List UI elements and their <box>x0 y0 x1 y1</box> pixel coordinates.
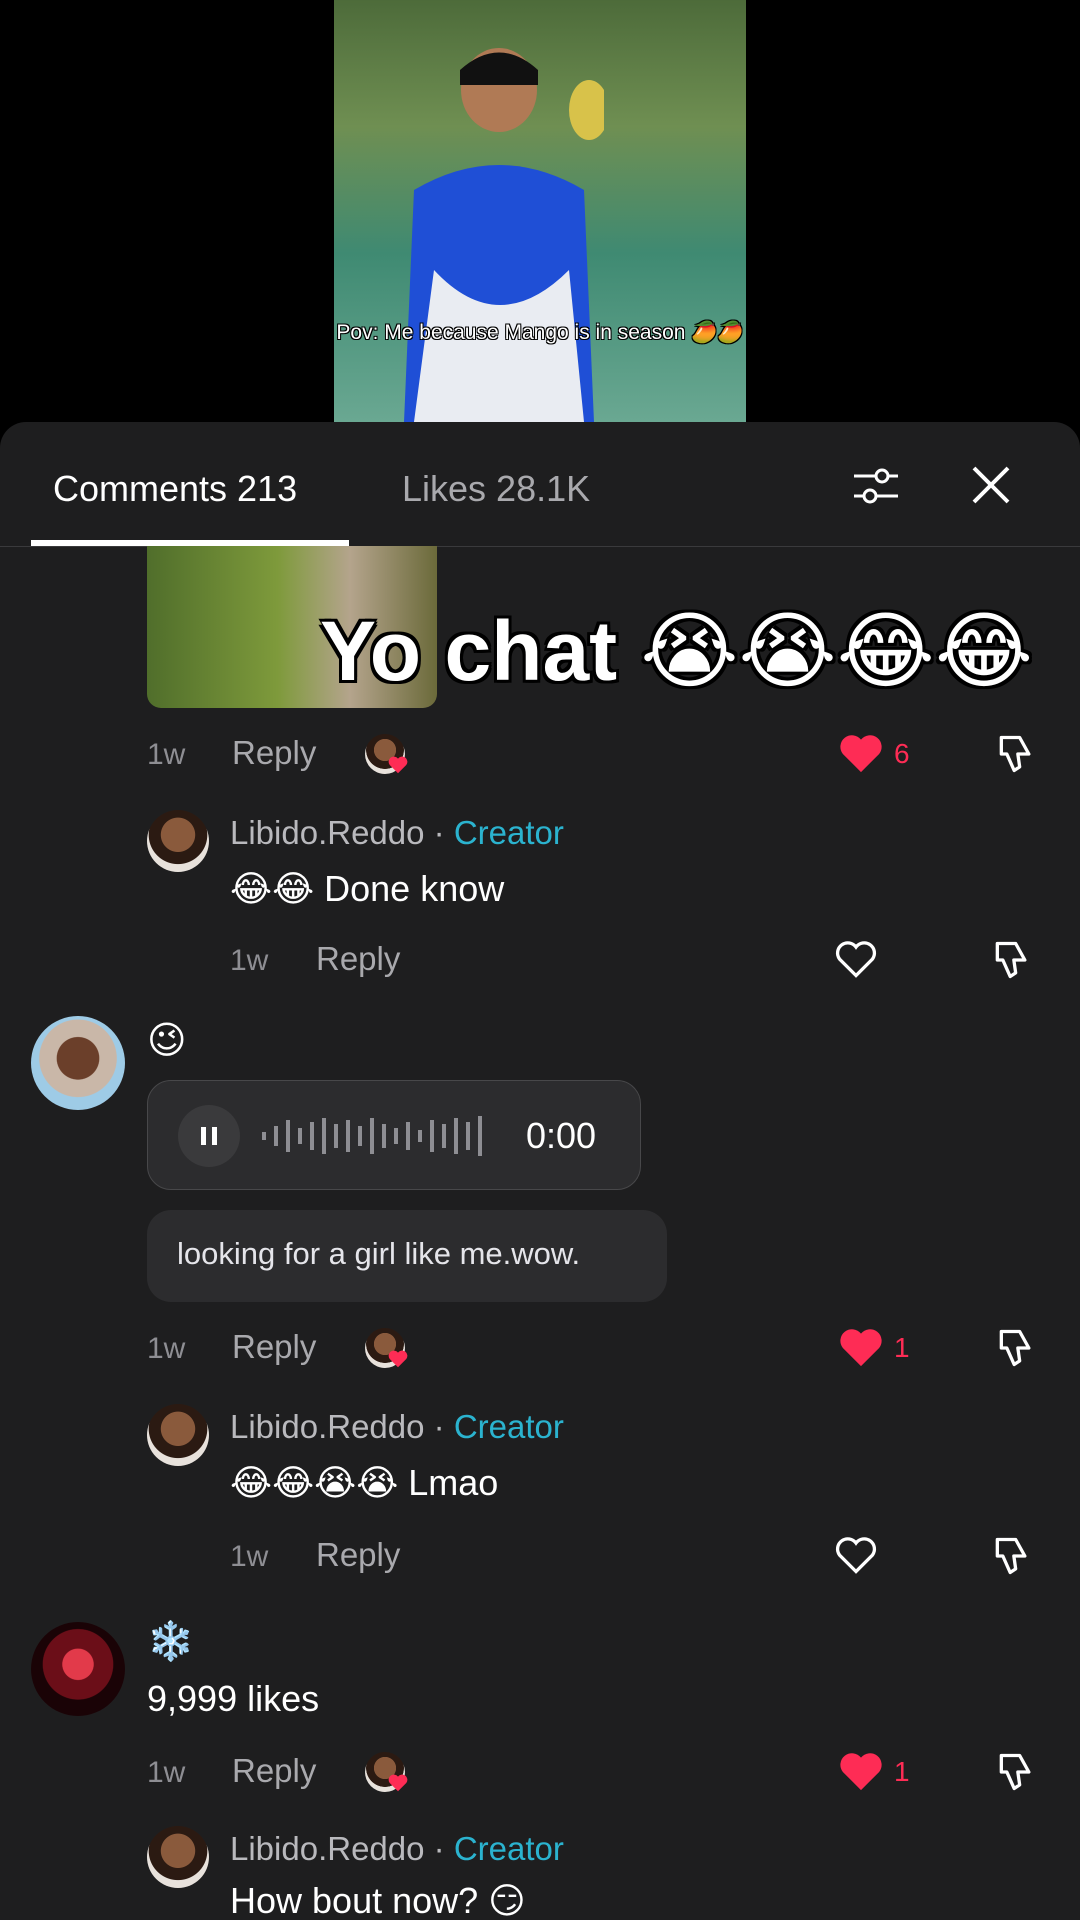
heart-outline-icon[interactable] <box>834 1534 878 1576</box>
pause-icon <box>201 1127 217 1145</box>
avatar[interactable] <box>31 1016 125 1110</box>
username[interactable]: Libido.Reddo <box>230 1408 425 1445</box>
heart-badge-icon <box>388 756 408 774</box>
audio-comment-player: 0:00 <box>147 1080 641 1190</box>
thumbs-down-icon[interactable] <box>994 732 1038 776</box>
thumbs-down-icon[interactable] <box>990 1534 1034 1578</box>
username[interactable]: Libido.Reddo <box>230 1830 425 1867</box>
thumbs-down-icon[interactable] <box>994 1750 1038 1794</box>
comment-emoji: ❄️ <box>147 1621 195 1663</box>
creator-badge: Creator <box>453 1830 564 1867</box>
reply-button[interactable]: Reply <box>232 1752 316 1790</box>
heart-badge-icon <box>388 1774 408 1792</box>
heart-icon[interactable] <box>838 732 884 774</box>
creator-liked-avatar <box>365 1328 408 1368</box>
comments-panel: Comments 213 Likes 28.1K Yo chat 😭😭😂😂 1w… <box>0 422 1080 1920</box>
creator-badge: Creator <box>453 1408 564 1445</box>
close-icon[interactable] <box>970 464 1012 506</box>
username[interactable]: Libido.Reddo <box>230 814 425 851</box>
filter-sliders-icon[interactable] <box>852 462 900 510</box>
comment-username-line: Libido.Reddo · Creator <box>230 1830 564 1867</box>
comment-time: 1w <box>147 1756 186 1789</box>
tab-likes[interactable]: Likes 28.1K <box>402 468 590 510</box>
video-caption: Pov: Me because Mango is in season 🥭🥭 <box>336 321 744 344</box>
comment-text: 9,999 likes <box>147 1678 320 1719</box>
creator-liked-avatar <box>365 734 408 774</box>
avatar[interactable] <box>31 1622 125 1716</box>
comment-time: 1w <box>147 738 186 771</box>
avatar[interactable] <box>147 1826 209 1888</box>
comment-username-line: Libido.Reddo · Creator <box>230 1408 564 1445</box>
like-count: 1 <box>894 1332 910 1363</box>
comment-text: How bout now? 😏 <box>230 1880 526 1920</box>
video-person-image <box>404 48 604 422</box>
avatar[interactable] <box>147 1404 209 1466</box>
tab-bar: Comments 213 Likes 28.1K <box>0 422 1080 547</box>
comment-text: 😂😂😭😭 Lmao <box>230 1462 499 1503</box>
heart-outline-icon[interactable] <box>834 938 878 980</box>
comment-sticker-text: Yo chat 😭😭😂😂 <box>320 604 1034 698</box>
comment-username-line: Libido.Reddo · Creator <box>230 814 564 851</box>
reply-button[interactable]: Reply <box>316 1536 400 1574</box>
pause-button[interactable] <box>178 1105 240 1167</box>
reply-button[interactable]: Reply <box>232 734 316 772</box>
heart-badge-icon <box>388 1350 408 1368</box>
heart-icon[interactable] <box>838 1750 884 1792</box>
like-count: 1 <box>894 1756 910 1787</box>
creator-badge: Creator <box>453 814 564 851</box>
transcript-text: looking for a girl like me.wow. <box>177 1236 581 1271</box>
comment-text: 😂😂 Done know <box>230 868 505 909</box>
comment-time: 1w <box>147 1332 186 1365</box>
thumbs-down-icon[interactable] <box>994 1326 1038 1370</box>
comment-emoji: 😉 <box>147 1020 187 1062</box>
waveform[interactable] <box>260 1114 490 1158</box>
comment-time: 1w <box>230 1540 269 1573</box>
comment-time: 1w <box>230 944 269 977</box>
reply-button[interactable]: Reply <box>232 1328 316 1366</box>
creator-liked-avatar <box>365 1752 408 1792</box>
heart-icon[interactable] <box>838 1326 884 1368</box>
reply-button[interactable]: Reply <box>316 940 400 978</box>
tab-comments[interactable]: Comments 213 <box>53 468 297 510</box>
video-preview[interactable]: Pov: Me because Mango is in season 🥭🥭 <box>334 0 746 422</box>
like-count: 6 <box>894 738 910 769</box>
thumbs-down-icon[interactable] <box>990 938 1034 982</box>
avatar[interactable] <box>147 810 209 872</box>
audio-time: 0:00 <box>526 1115 597 1156</box>
transcript-bubble: looking for a girl like me.wow. <box>147 1210 667 1302</box>
